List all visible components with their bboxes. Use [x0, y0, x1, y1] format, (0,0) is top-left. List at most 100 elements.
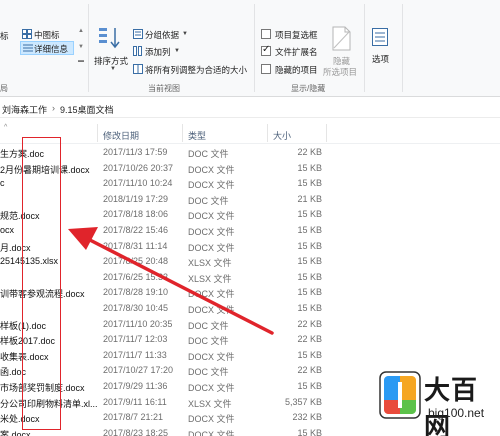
file-size: 21 KB [297, 193, 322, 204]
file-size: 15 KB [297, 224, 322, 235]
sort-by-dropdown-icon[interactable]: ▼ [110, 66, 116, 72]
group-by-button[interactable]: 分组依据 [145, 29, 179, 41]
breadcrumb-part2[interactable]: 9.15桌面文档 [60, 103, 114, 116]
file-row[interactable]: 25145135.xlsx 2017/8/25 20:48 XLSX 文件 15 KB [0, 254, 500, 270]
file-row[interactable]: 月.docx 2017/8/31 11:14 DOCX 文件 15 KB [0, 239, 500, 255]
file-date: 2017/8/23 18:25 [103, 427, 169, 436]
column-header-date[interactable]: 修改日期 [103, 129, 139, 142]
address-bar[interactable]: 刘海森工作 › 9.15桌面文档 [0, 98, 500, 118]
breadcrumb-part1[interactable]: 刘海森工作 [2, 103, 47, 116]
file-date: 2017/11/10 20:35 [103, 318, 173, 329]
breadcrumb-separator: › [52, 103, 55, 113]
add-columns-icon [133, 46, 143, 58]
file-date: 2017/8/31 11:14 [103, 240, 168, 251]
size-columns-icon [133, 64, 143, 76]
file-row[interactable]: 2017/8/30 10:45 DOCX 文件 15 KB [0, 301, 500, 317]
column-header-size[interactable]: 大小 [273, 129, 291, 142]
group-separator [254, 4, 255, 92]
file-size: 15 KB [297, 349, 322, 360]
file-date: 2017/10/26 20:37 [103, 162, 174, 173]
item-check-boxes-label: 项目复选框 [275, 30, 318, 40]
file-row[interactable]: 样板(1).doc 2017/11/10 20:35 DOC 文件 22 KB [0, 317, 500, 333]
column-divider[interactable] [97, 124, 98, 142]
file-size: 15 KB [297, 302, 322, 313]
file-date: 2017/11/3 17:59 [103, 147, 168, 157]
file-row[interactable]: 2月份暑期培训课.docx 2017/10/26 20:37 DOCX 文件 15 K… [0, 161, 500, 177]
file-date: 2017/8/22 15:46 [103, 224, 169, 235]
hide-selected-button-line2[interactable]: 所选项目 [323, 66, 357, 78]
file-date: 2017/11/10 10:24 [103, 178, 173, 189]
file-name-extensions-checkbox[interactable] [261, 44, 271, 56]
file-size: 22 KB [297, 334, 322, 345]
file-type: DOC 文件 [188, 336, 229, 347]
medium-icons-option[interactable]: 中图标 [34, 29, 60, 41]
file-row[interactable]: 规范.docx 2017/8/18 18:06 DOCX 文件 15 KB [0, 207, 500, 223]
file-row[interactable]: 2017/6/25 15:33 XLSX 文件 15 KB [0, 270, 500, 286]
file-type: DOC 文件 [188, 195, 229, 206]
file-row[interactable]: 样板2017.doc 2017/11/7 12:03 DOC 文件 22 KB [0, 332, 500, 348]
group-separator [364, 4, 365, 92]
file-type: DOC 文件 [188, 320, 229, 331]
column-divider[interactable] [326, 124, 327, 142]
layout-partial-label: 标 [0, 31, 9, 41]
file-date: 2017/11/7 11:33 [103, 349, 167, 360]
file-size: 22 KB [297, 318, 322, 329]
file-row[interactable]: 生方案.doc 2017/11/3 17:59 DOC 文件 22 KB [0, 145, 500, 161]
current-view-group-label: 当前视图 [148, 84, 180, 93]
file-size: 15 KB [297, 271, 322, 282]
file-size: 15 KB [297, 380, 322, 391]
file-row[interactable]: 训带客参观流程.docx 2017/8/28 19:10 DOCX 文件 15 KB [0, 285, 500, 301]
sort-by-icon[interactable] [98, 26, 124, 54]
file-date: 2017/8/7 21:21 [103, 412, 164, 423]
options-button[interactable]: 选项 [372, 53, 389, 65]
layout-more-icon[interactable]: ▬ [78, 58, 84, 64]
hide-selected-icon [330, 26, 352, 54]
details-option[interactable]: 详细信息 [34, 43, 68, 55]
file-size: 15 KB [297, 162, 322, 173]
watermark-url: big100.net [428, 406, 485, 420]
column-header-row: ^ 修改日期 类型 大小 [0, 122, 500, 144]
hidden-items-checkbox[interactable] [261, 64, 271, 74]
file-row[interactable]: 2018/1/19 17:29 DOC 文件 21 KB [0, 192, 500, 208]
file-type: XLSX 文件 [188, 273, 232, 284]
file-type: DOCX 文件 [188, 414, 235, 425]
watermark: 大百网 big100.net [372, 362, 500, 436]
file-date: 2017/11/7 12:03 [103, 334, 168, 345]
file-row[interactable]: 收集表.docx 2017/11/7 11:33 DOCX 文件 15 KB [0, 348, 500, 364]
file-type: DOCX 文件 [188, 429, 235, 436]
layout-scroll-up-icon[interactable]: ▲ [78, 28, 84, 34]
show-hide-group-label: 显示/隐藏 [291, 84, 326, 93]
file-size: 22 KB [297, 365, 322, 376]
file-size: 15 KB [297, 240, 322, 251]
file-date: 2017/9/29 11:36 [103, 380, 168, 391]
file-name: c [0, 178, 5, 189]
file-type: DOCX 文件 [188, 242, 235, 253]
file-size: 15 KB [297, 178, 322, 189]
file-size: 15 KB [297, 287, 322, 298]
file-date: 2017/8/18 18:06 [103, 209, 169, 220]
column-header-type[interactable]: 类型 [188, 129, 206, 142]
size-all-columns-button[interactable]: 将所有列调整为合适的大小 [145, 64, 247, 76]
file-row[interactable]: c 2017/11/10 10:24 DOCX 文件 15 KB [0, 176, 500, 192]
add-columns-dropdown-icon[interactable]: ▼ [174, 48, 180, 54]
add-columns-button[interactable]: 添加列 [145, 46, 171, 58]
file-size: 15 KB [297, 209, 322, 220]
group-separator [88, 4, 89, 92]
file-type: DOCX 文件 [188, 289, 235, 300]
medium-icons-icon [22, 29, 32, 41]
file-type: DOC 文件 [188, 367, 229, 378]
item-check-boxes-checkbox[interactable] [261, 29, 271, 39]
file-date: 2018/1/19 17:29 [103, 193, 169, 204]
group-separator [402, 4, 403, 92]
group-by-dropdown-icon[interactable]: ▼ [182, 31, 188, 37]
layout-scroll-down-icon[interactable]: ▼ [78, 44, 84, 50]
file-name: ocx [0, 224, 15, 235]
column-divider[interactable] [267, 124, 268, 142]
file-type: DOCX 文件 [188, 382, 235, 393]
layout-group-label: 局 [0, 84, 8, 93]
column-divider[interactable] [182, 124, 183, 142]
annotation-highlight-box [22, 137, 61, 430]
file-size: 15 KB [297, 256, 322, 267]
file-row[interactable]: ocx 2017/8/22 15:46 DOCX 文件 15 KB [0, 223, 500, 239]
options-icon [372, 28, 388, 48]
